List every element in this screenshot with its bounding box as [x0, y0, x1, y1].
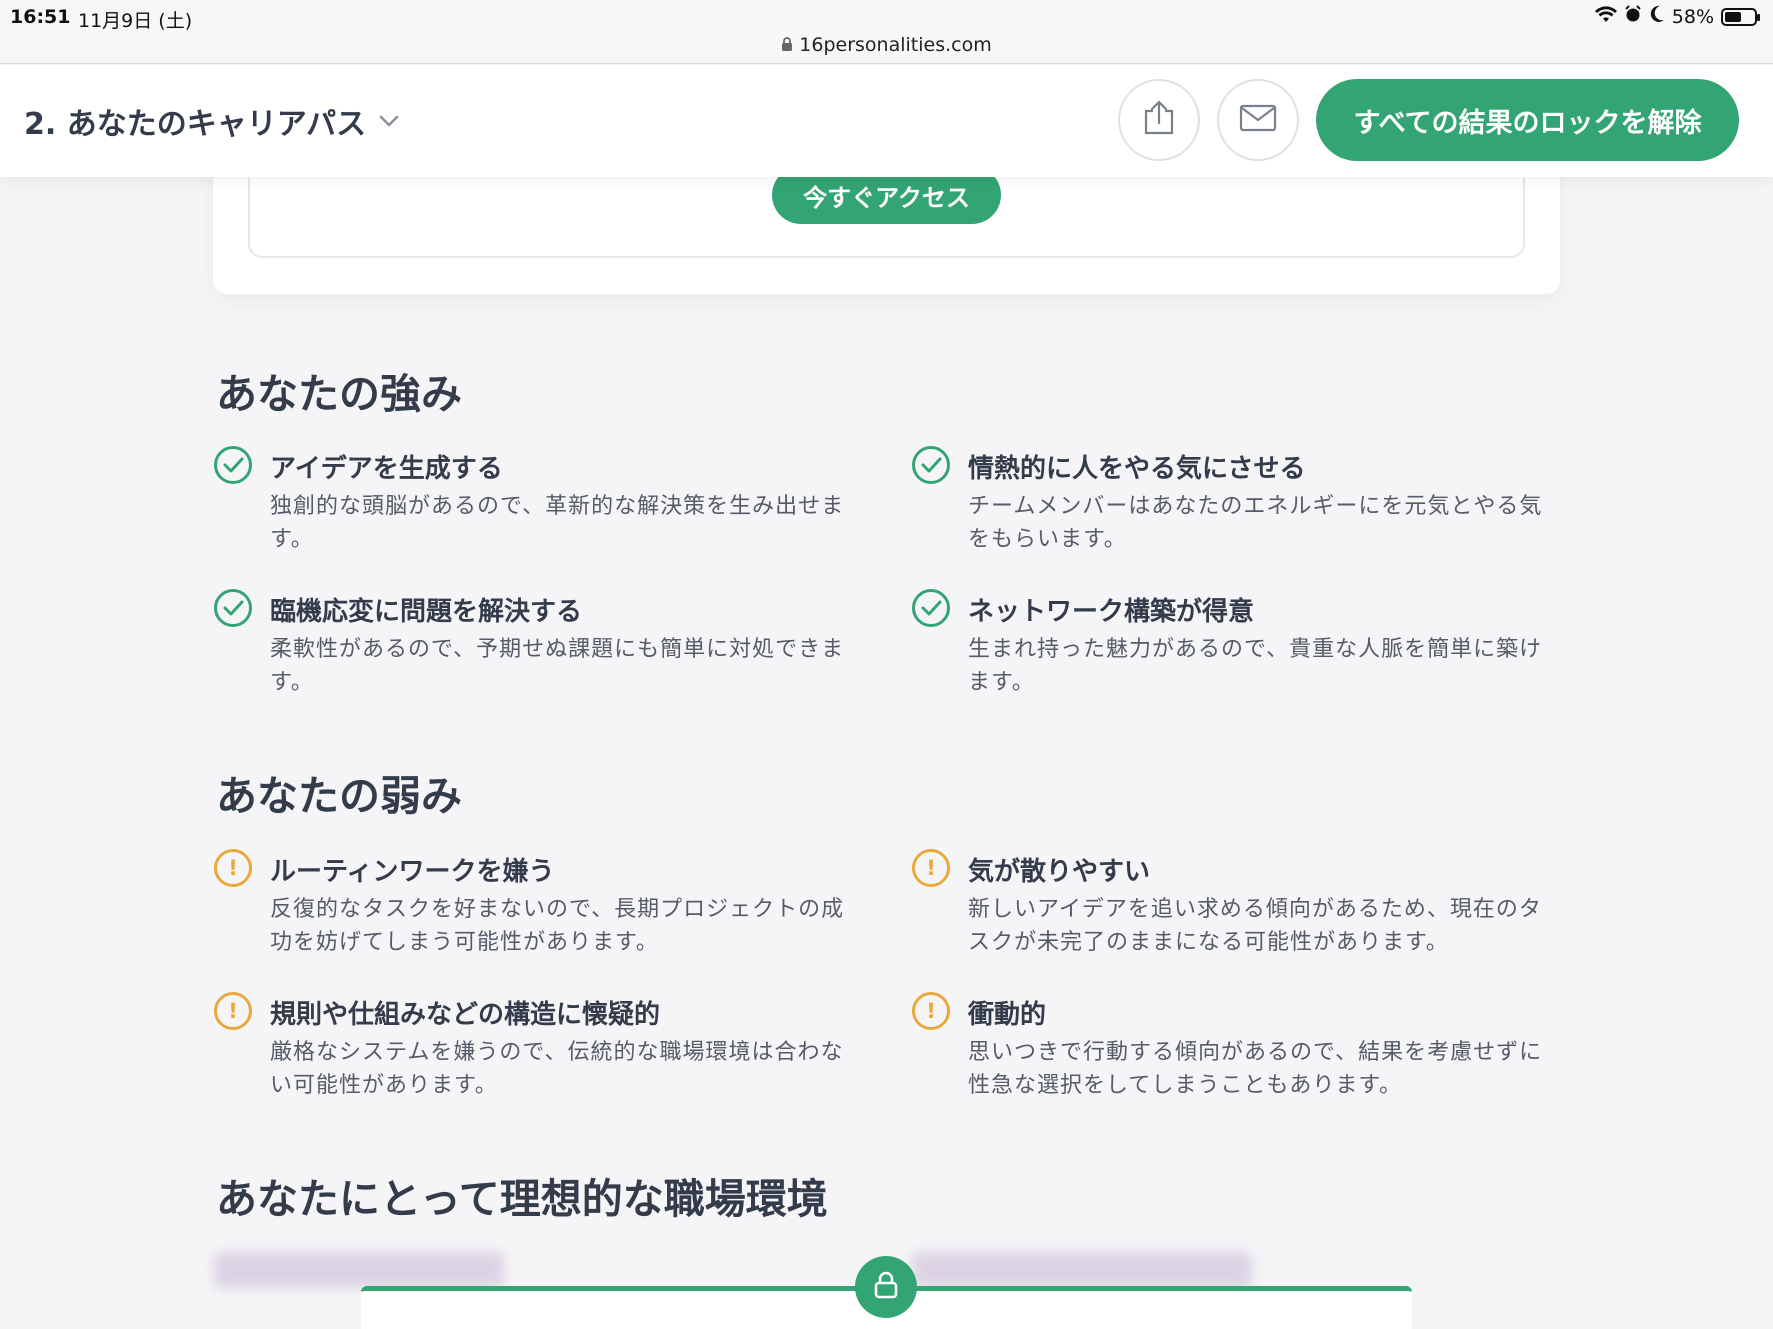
strength-title: 情熱的に人をやる気にさせる: [968, 454, 1306, 484]
warning-icon: !: [912, 849, 950, 887]
share-icon: [1140, 99, 1178, 141]
strength-desc: チームメンバーはあなたのエネルギーにを元気とやる気をもらいます。: [968, 494, 1543, 552]
status-time: 16:51: [10, 6, 71, 28]
locked-content-blur: [912, 1252, 1252, 1288]
warning-icon: !: [912, 992, 950, 1030]
chevron-down-icon: [378, 109, 400, 134]
moon-icon: [1649, 5, 1665, 28]
strength-title: 臨機応変に問題を解決する: [270, 597, 583, 627]
check-icon: [912, 589, 950, 627]
status-date: 11月9日 (土): [78, 10, 193, 32]
weakness-desc: 厳格なシステムを嫌うので、伝統的な職場環境は合わない可能性があります。: [270, 1040, 844, 1098]
alarm-icon: [1624, 5, 1642, 28]
warning-icon: !: [214, 992, 252, 1030]
sticky-header: 2. あなたのキャリアパス すべての結果のロックを解除: [0, 65, 1773, 177]
wifi-icon: [1594, 5, 1617, 28]
strength-desc: 生まれ持った魅力があるので、貴重な人脈を簡単に築けます。: [968, 637, 1543, 695]
section-dropdown-label: 2. あなたのキャリアパス: [24, 107, 367, 142]
unlock-all-results-button[interactable]: すべての結果のロックを解除: [1316, 79, 1739, 161]
email-button[interactable]: [1217, 79, 1299, 161]
check-icon: [214, 589, 252, 627]
weakness-title: 衝動的: [968, 1000, 1047, 1030]
weakness-desc: 新しいアイデアを追い求める傾向があるため、現在のタスクが未完了のままになる可能性…: [968, 897, 1542, 955]
strength-title: ネットワーク構築が得意: [968, 597, 1255, 627]
battery-level: [1725, 11, 1742, 22]
share-button[interactable]: [1118, 79, 1200, 161]
status-icons: 58%: [1594, 5, 1760, 28]
workplace-heading: あなたにとって理想的な職場環境: [216, 1175, 828, 1223]
check-icon: [214, 446, 252, 484]
strength-desc: 独創的な頭脳があるので、革新的な解決策を生み出せます。: [270, 494, 845, 552]
lock-icon: [873, 1271, 899, 1303]
weakness-title: 規則や仕組みなどの構造に懐疑的: [270, 1000, 661, 1030]
status-bar: 16:51 11月9日 (土) 16personalities.com 58%: [0, 0, 1773, 64]
check-icon: [912, 446, 950, 484]
weakness-desc: 思いつきで行動する傾向があるので、結果を考慮せずに性急な選択をしてしまうこともあ…: [968, 1040, 1543, 1098]
strengths-heading: あなたの強み: [216, 370, 462, 418]
mail-icon: [1239, 104, 1277, 136]
address-bar[interactable]: 16personalities.com: [0, 34, 1773, 56]
weaknesses-heading: あなたの弱み: [216, 772, 462, 820]
locked-content-blur: [214, 1252, 504, 1288]
weakness-title: ルーティンワークを嫌う: [270, 857, 555, 887]
unlock-lock-button[interactable]: [855, 1256, 917, 1318]
weakness-desc: 反復的なタスクを好まないので、長期プロジェクトの成功を妨げてしまう可能性がありま…: [270, 897, 845, 955]
weakness-title: 気が散りやすい: [968, 857, 1151, 887]
battery-icon: [1721, 7, 1760, 26]
strength-title: アイデアを生成する: [270, 454, 503, 484]
strength-desc: 柔軟性があるので、予期せぬ課題にも簡単に対処できます。: [270, 637, 845, 695]
url-text: 16personalities.com: [799, 34, 992, 56]
battery-percent: 58%: [1671, 5, 1714, 28]
lock-icon: [781, 37, 793, 55]
section-dropdown[interactable]: 2. あなたのキャリアパス: [24, 99, 400, 143]
warning-icon: !: [214, 849, 252, 887]
